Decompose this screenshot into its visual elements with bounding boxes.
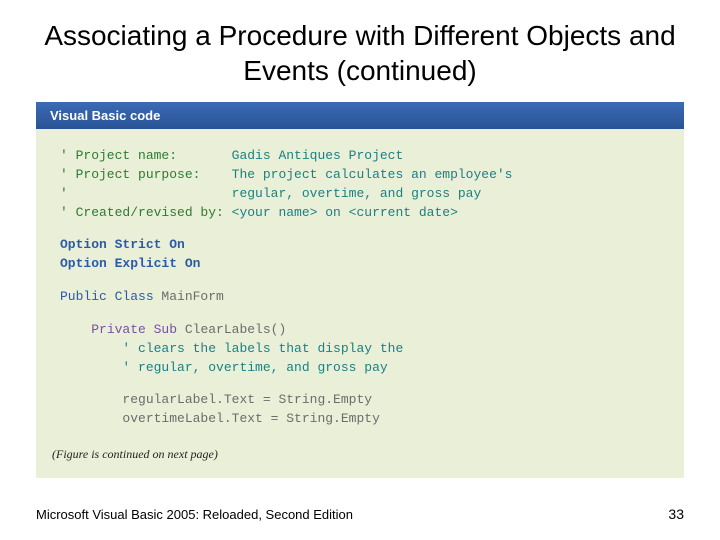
page-title: Associating a Procedure with Different O…: [0, 0, 720, 102]
code-comment: ': [60, 186, 232, 201]
code-statement: regularLabel.Text = String.Empty: [60, 391, 660, 410]
figure-continuation-note: (Figure is continued on next page): [36, 443, 684, 478]
slide: Associating a Procedure with Different O…: [0, 0, 720, 540]
code-comment: regular, overtime, and gross pay: [232, 186, 482, 201]
code-comment: The project calculates an employee's: [232, 167, 513, 182]
code-comment: Gadis Antiques Project: [232, 148, 404, 163]
code-figure: Visual Basic code ' Project name: Gadis …: [36, 102, 684, 478]
code-comment: ' Project purpose:: [60, 167, 232, 182]
code-comment: <your name> on <current date>: [232, 205, 458, 220]
code-comment: ' clears the labels that display the: [122, 341, 403, 356]
code-identifier: ClearLabels(): [185, 322, 286, 337]
footer-text: Microsoft Visual Basic 2005: Reloaded, S…: [36, 507, 353, 522]
code-keyword: Public Class: [60, 289, 161, 304]
code-directive: Option Explicit On: [60, 256, 200, 271]
code-comment: ' Created/revised by:: [60, 205, 232, 220]
slide-footer: Microsoft Visual Basic 2005: Reloaded, S…: [36, 506, 684, 522]
page-number: 33: [668, 506, 684, 522]
code-body: ' Project name: Gadis Antiques Project '…: [36, 129, 684, 443]
code-statement: overtimeLabel.Text = String.Empty: [60, 410, 660, 429]
code-identifier: MainForm: [161, 289, 223, 304]
code-comment: ' regular, overtime, and gross pay: [122, 360, 387, 375]
code-keyword: Private Sub: [91, 322, 185, 337]
code-directive: Option Strict On: [60, 237, 185, 252]
code-comment: ' Project name:: [60, 148, 232, 163]
figure-header: Visual Basic code: [36, 102, 684, 129]
